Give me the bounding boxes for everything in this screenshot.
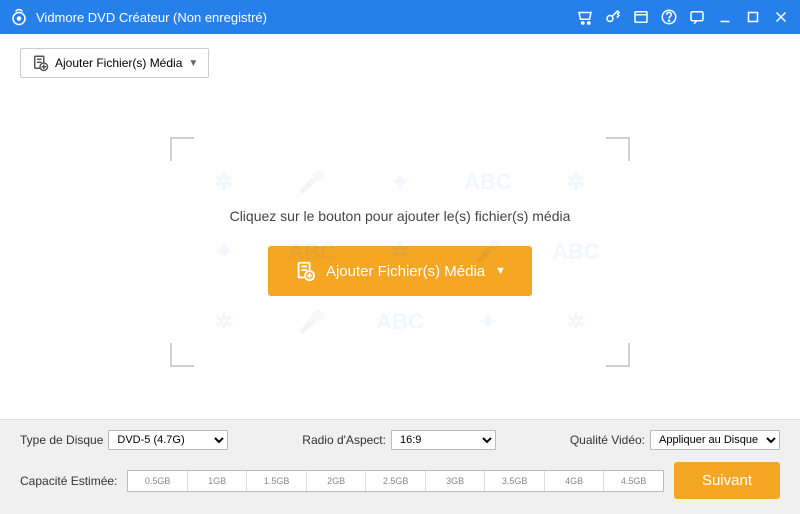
aspect-label: Radio d'Aspect: bbox=[302, 433, 386, 447]
aspect-group: Radio d'Aspect: 16:9 bbox=[302, 430, 496, 450]
add-media-button-small[interactable]: Ajouter Fichier(s) Média ▼ bbox=[20, 48, 209, 78]
settings-row: Type de Disque DVD-5 (4.7G) Radio d'Aspe… bbox=[20, 430, 780, 450]
add-media-label-main: Ajouter Fichier(s) Média bbox=[326, 263, 485, 280]
capacity-row: Capacité Estimée: 0.5GB 1GB 1.5GB 2GB 2.… bbox=[20, 462, 780, 499]
corner-bl bbox=[170, 343, 194, 367]
app-title: Vidmore DVD Créateur (Non enregistré) bbox=[36, 10, 576, 25]
titlebar-icons bbox=[576, 8, 790, 26]
capacity-ticks: 0.5GB 1GB 1.5GB 2GB 2.5GB 3GB 3.5GB 4GB … bbox=[128, 471, 663, 491]
add-file-icon bbox=[294, 260, 316, 282]
key-icon[interactable] bbox=[604, 8, 622, 26]
app-logo-icon bbox=[10, 8, 28, 26]
dropzone: ✲🎤✦ABC✲ ✦ABC✲🎤ABC ✲🎤ABC✦✲ Cliquez sur le… bbox=[170, 137, 630, 367]
tick: 2.5GB bbox=[366, 471, 426, 491]
tick: 4GB bbox=[545, 471, 605, 491]
aspect-select[interactable]: 16:9 bbox=[391, 430, 496, 450]
cart-icon[interactable] bbox=[576, 8, 594, 26]
tick: 0.5GB bbox=[128, 471, 188, 491]
main-area: ✲🎤✦ABC✲ ✦ABC✲🎤ABC ✲🎤ABC✦✲ Cliquez sur le… bbox=[0, 85, 800, 419]
chevron-down-icon: ▼ bbox=[495, 265, 506, 277]
menu-icon[interactable] bbox=[632, 8, 650, 26]
feedback-icon[interactable] bbox=[688, 8, 706, 26]
capacity-bar: 0.5GB 1GB 1.5GB 2GB 2.5GB 3GB 3.5GB 4GB … bbox=[127, 470, 664, 492]
corner-tl bbox=[170, 137, 194, 161]
quality-select[interactable]: Appliquer au Disque bbox=[650, 430, 780, 450]
tick: 1.5GB bbox=[247, 471, 307, 491]
minimize-icon[interactable] bbox=[716, 8, 734, 26]
corner-br bbox=[606, 343, 630, 367]
tick: 4.5GB bbox=[604, 471, 663, 491]
corner-tr bbox=[606, 137, 630, 161]
maximize-icon[interactable] bbox=[744, 8, 762, 26]
chevron-down-icon: ▼ bbox=[188, 58, 198, 69]
help-icon[interactable] bbox=[660, 8, 678, 26]
dropzone-hint: Cliquez sur le bouton pour ajouter le(s)… bbox=[230, 208, 571, 224]
titlebar: Vidmore DVD Créateur (Non enregistré) bbox=[0, 0, 800, 34]
disc-type-label: Type de Disque bbox=[20, 433, 103, 447]
capacity-label: Capacité Estimée: bbox=[20, 474, 117, 488]
quality-label: Qualité Vidéo: bbox=[570, 433, 645, 447]
next-button[interactable]: Suivant bbox=[674, 462, 780, 499]
tick: 3GB bbox=[426, 471, 486, 491]
add-media-button-main[interactable]: Ajouter Fichier(s) Média ▼ bbox=[268, 246, 532, 296]
tick: 2GB bbox=[307, 471, 367, 491]
disc-type-select[interactable]: DVD-5 (4.7G) bbox=[108, 430, 228, 450]
add-media-label-small: Ajouter Fichier(s) Média bbox=[55, 56, 182, 70]
close-icon[interactable] bbox=[772, 8, 790, 26]
tick: 1GB bbox=[188, 471, 248, 491]
top-toolbar: Ajouter Fichier(s) Média ▼ bbox=[0, 34, 800, 92]
quality-group: Qualité Vidéo: Appliquer au Disque bbox=[570, 430, 780, 450]
tick: 3.5GB bbox=[485, 471, 545, 491]
bottom-panel: Type de Disque DVD-5 (4.7G) Radio d'Aspe… bbox=[0, 419, 800, 514]
add-file-icon bbox=[31, 54, 49, 72]
disc-type-group: Type de Disque DVD-5 (4.7G) bbox=[20, 430, 228, 450]
